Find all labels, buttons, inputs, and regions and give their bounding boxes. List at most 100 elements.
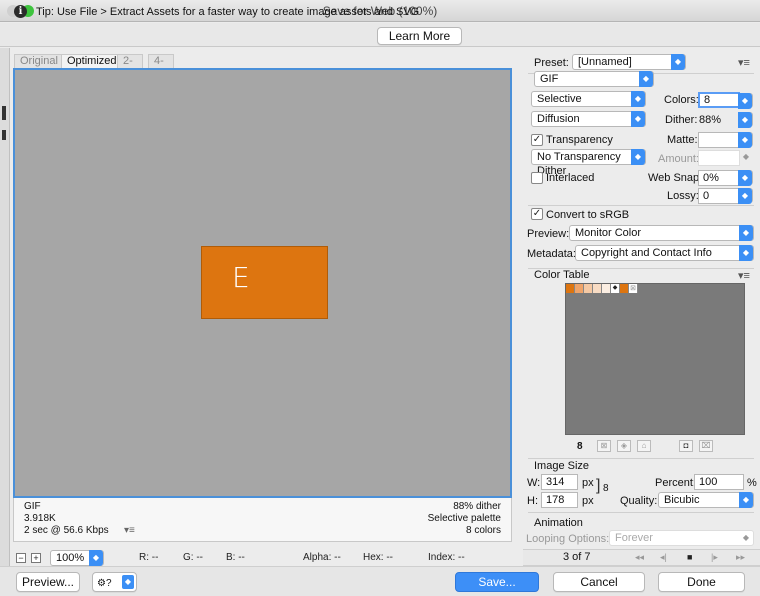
preview-button[interactable]: Preview...	[16, 572, 80, 592]
web-snap-field[interactable]: 0%	[698, 170, 740, 186]
zoom-select[interactable]: 100% ◆	[50, 550, 104, 566]
image-letter: E	[232, 261, 250, 294]
divider	[528, 512, 754, 513]
chevron-icon: ◆	[742, 533, 750, 542]
dither-algorithm-select[interactable]: Diffusion ◆	[531, 111, 646, 127]
matte-stepper[interactable]: ◆	[738, 132, 753, 148]
save-button[interactable]: Save...	[455, 572, 539, 592]
done-button[interactable]: Done	[658, 572, 745, 592]
color-swatch[interactable]	[584, 284, 593, 293]
reduction-value: Selective	[537, 93, 582, 105]
new-color-icon[interactable]: ◘	[679, 440, 693, 452]
preview-color-select[interactable]: Monitor Color ◆	[569, 225, 754, 241]
info-icon: i	[14, 5, 27, 18]
optimization-info: GIF 3.918K 2 sec @ 56.6 Kbps ▾≡ 88% dith…	[13, 498, 512, 542]
cancel-button[interactable]: Cancel	[553, 572, 645, 592]
animation-controls: 3 of 7 ◂◂ ◂| ■ |▸ ▸▸	[523, 549, 760, 566]
quality-value: Bicubic	[664, 494, 700, 506]
link-dimensions-icon[interactable]: ]	[596, 476, 600, 496]
colors-label: Colors:	[664, 94, 699, 106]
chevron-icon: ◆	[122, 575, 134, 589]
format-select[interactable]: GIF ◆	[534, 71, 654, 87]
amount-label: Amount:	[658, 153, 699, 165]
color-table-menu-icon[interactable]: ▾≡	[738, 269, 750, 282]
color-table[interactable]: ◆ ⊠	[565, 283, 745, 435]
zoom-in-button[interactable]: +	[31, 553, 41, 563]
interlaced-checkbox[interactable]	[531, 172, 543, 184]
transparency-label: Transparency	[546, 134, 613, 146]
zoom-out-button[interactable]: −	[16, 553, 26, 563]
dither-value[interactable]: 88%	[699, 114, 721, 126]
preview-color-value: Monitor Color	[575, 227, 642, 239]
reduction-select[interactable]: Selective ◆	[531, 91, 646, 107]
width-field[interactable]: 314	[541, 474, 578, 490]
learn-more-button[interactable]: Learn More	[377, 27, 462, 45]
convert-srgb-checkbox[interactable]: ✓	[531, 208, 543, 220]
height-label: H:	[527, 495, 538, 507]
web-snap-stepper[interactable]: ◆	[738, 170, 753, 186]
menu-icon[interactable]: ▾≡	[124, 525, 135, 536]
preview-image[interactable]: E	[201, 246, 328, 319]
looping-select: Forever ◆	[609, 530, 754, 546]
zoom-value: 100%	[56, 552, 85, 564]
tool-strip	[0, 48, 10, 566]
lock-icon[interactable]: ⌂	[637, 440, 651, 452]
web-shift-icon[interactable]: ◈	[617, 440, 631, 452]
color-count: 8	[577, 441, 583, 452]
chevron-icon: ◆	[738, 188, 752, 204]
panel-menu-icon[interactable]: ▾≡	[738, 56, 750, 69]
matte-field[interactable]	[698, 132, 740, 148]
tool-marker[interactable]	[2, 130, 6, 140]
dither-stepper[interactable]: ◆	[738, 112, 753, 128]
info-size: 3.918K	[24, 513, 56, 524]
last-frame-icon[interactable]: ▸▸	[736, 552, 745, 563]
next-frame-icon[interactable]: |▸	[711, 552, 718, 563]
color-swatch[interactable]	[593, 284, 602, 293]
preview-label: Preview:	[527, 228, 570, 240]
tab-original[interactable]: Original	[14, 54, 64, 68]
readout-b: B: --	[226, 552, 245, 563]
metadata-select[interactable]: Copyright and Contact Info ◆	[575, 245, 754, 261]
dither-algorithm-value: Diffusion	[537, 113, 580, 125]
prev-frame-icon[interactable]: ◂|	[660, 552, 667, 563]
convert-srgb-label: Convert to sRGB	[546, 209, 630, 221]
transparency-checkbox[interactable]: ✓	[531, 134, 543, 146]
color-swatch[interactable]	[566, 284, 575, 293]
percent-field[interactable]: 100	[694, 474, 744, 490]
chevron-icon: ◆	[738, 112, 752, 128]
readout-index: Index: --	[428, 552, 465, 563]
tab-2-up[interactable]: 2-Up	[117, 54, 144, 80]
transparency-dither-select[interactable]: No Transparency Dither ◆	[531, 149, 646, 177]
quality-select[interactable]: Bicubic ◆	[658, 492, 754, 508]
chain-icon[interactable]: 8	[603, 483, 609, 494]
color-swatch[interactable]	[602, 284, 611, 293]
tab-optimized[interactable]: Optimized	[61, 54, 123, 68]
info-dither: 88% dither	[453, 501, 501, 512]
readout-r: R: --	[139, 552, 159, 563]
lossy-field[interactable]: 0	[698, 188, 740, 204]
tab-4-up[interactable]: 4-Up	[148, 54, 175, 80]
color-swatch[interactable]	[620, 284, 629, 293]
amount-stepper: ◆	[740, 150, 753, 165]
image-size-title: Image Size	[534, 460, 590, 472]
chevron-icon: ◆	[631, 111, 645, 127]
trash-icon[interactable]: ⌧	[699, 440, 713, 452]
color-table-title: Color Table	[534, 269, 594, 281]
lossy-stepper[interactable]: ◆	[738, 188, 753, 204]
matte-label: Matte:	[667, 134, 698, 146]
color-swatch[interactable]: ◆	[611, 284, 620, 293]
first-frame-icon[interactable]: ◂◂	[635, 552, 644, 563]
color-swatch[interactable]: ⊠	[629, 284, 638, 293]
preset-label: Preset:	[534, 57, 569, 69]
color-swatch[interactable]	[575, 284, 584, 293]
browser-preview-button[interactable]: ⚙? ◆	[92, 572, 137, 592]
height-field[interactable]: 178	[541, 492, 578, 508]
colors-field[interactable]: 8	[698, 92, 740, 108]
readout-hex: Hex: --	[363, 552, 393, 563]
colors-stepper[interactable]: ◆	[738, 93, 753, 109]
stop-icon[interactable]: ■	[687, 552, 692, 562]
map-color-icon[interactable]: ⊠	[597, 440, 611, 452]
preset-select[interactable]: [Unnamed] ◆	[572, 54, 686, 70]
dither-label: Dither:	[665, 114, 698, 126]
tool-marker[interactable]	[2, 106, 6, 120]
